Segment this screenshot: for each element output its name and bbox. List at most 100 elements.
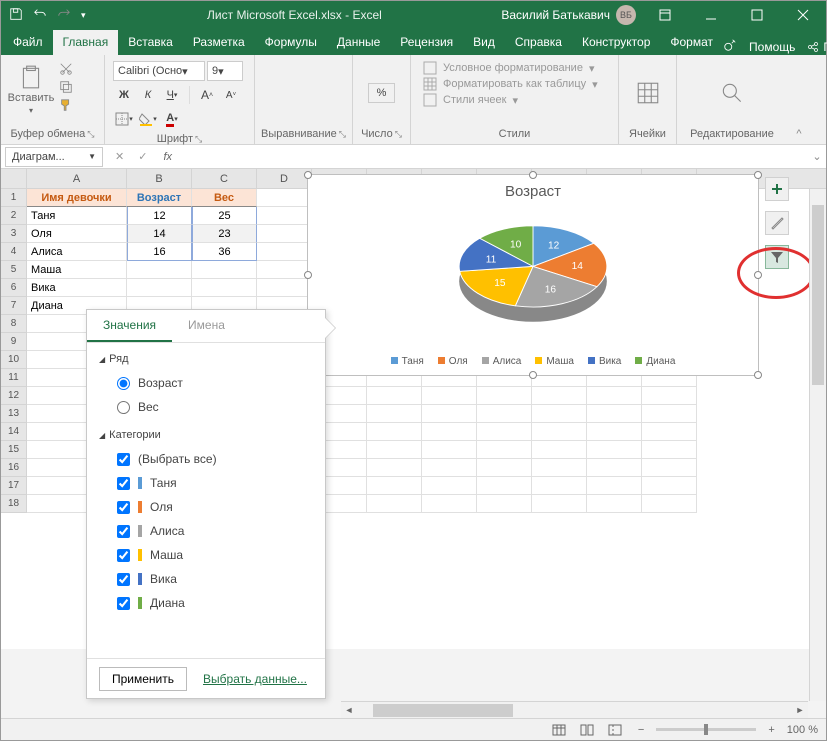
- table-cell[interactable]: [127, 261, 192, 279]
- row-header[interactable]: 1: [1, 189, 27, 207]
- cell[interactable]: [367, 459, 422, 477]
- zoom-in-button[interactable]: +: [762, 724, 780, 736]
- category-checkbox[interactable]: Алиса: [99, 519, 313, 543]
- format-painter-icon[interactable]: [57, 97, 75, 113]
- cell[interactable]: [477, 477, 532, 495]
- paste-button[interactable]: Вставить ▾: [7, 59, 55, 119]
- cell[interactable]: [257, 243, 312, 261]
- normal-view-icon[interactable]: [548, 721, 570, 739]
- cell-styles-button[interactable]: Стили ячеек ▾: [423, 93, 518, 107]
- cell[interactable]: [422, 387, 477, 405]
- cell[interactable]: [642, 387, 697, 405]
- row-header[interactable]: 7: [1, 297, 27, 315]
- select-all-checkbox[interactable]: (Выбрать все): [99, 447, 313, 471]
- cell[interactable]: [257, 189, 312, 207]
- cell[interactable]: [367, 405, 422, 423]
- legend-item[interactable]: Диана: [635, 356, 675, 367]
- shrink-font-icon[interactable]: A˅: [220, 85, 242, 105]
- cell[interactable]: [477, 441, 532, 459]
- dialog-launcher-icon[interactable]: ⤡: [195, 134, 202, 145]
- legend-item[interactable]: Вика: [588, 356, 621, 367]
- table-cell[interactable]: 14: [127, 225, 192, 243]
- grow-font-icon[interactable]: A˄: [196, 85, 218, 105]
- row-header[interactable]: 4: [1, 243, 27, 261]
- table-cell[interactable]: Вика: [27, 279, 127, 297]
- qat-dropdown-icon[interactable]: ▾: [81, 10, 86, 21]
- cell[interactable]: [422, 405, 477, 423]
- fx-icon[interactable]: fx: [155, 151, 172, 163]
- zoom-slider[interactable]: [656, 728, 756, 731]
- cell[interactable]: [587, 405, 642, 423]
- table-cell[interactable]: Оля: [27, 225, 127, 243]
- table-cell[interactable]: [192, 261, 257, 279]
- horizontal-scrollbar[interactable]: ◄►: [341, 701, 808, 718]
- cell[interactable]: [477, 423, 532, 441]
- tab-Вставка[interactable]: Вставка: [118, 30, 183, 55]
- col-header[interactable]: A: [27, 169, 127, 188]
- conditional-formatting-button[interactable]: Условное форматирование ▾: [423, 61, 594, 75]
- name-box[interactable]: Диаграм...▼: [5, 147, 103, 167]
- tab-Конструктор[interactable]: Конструктор: [572, 30, 660, 55]
- table-cell[interactable]: [127, 279, 192, 297]
- collapse-ribbon-icon[interactable]: ^: [787, 55, 811, 144]
- font-family-combo[interactable]: Calibri (Осно▾: [113, 61, 205, 81]
- format-as-table-button[interactable]: Форматировать как таблицу ▾: [423, 77, 598, 91]
- select-all-corner[interactable]: [1, 169, 27, 188]
- table-cell[interactable]: 25: [192, 207, 257, 225]
- row-header[interactable]: 18: [1, 495, 27, 513]
- legend-item[interactable]: Алиса: [482, 356, 522, 367]
- legend-item[interactable]: Оля: [438, 356, 468, 367]
- pie-chart[interactable]: 121416151110: [438, 211, 628, 331]
- series-radio[interactable]: Возраст: [99, 371, 313, 395]
- cell[interactable]: [477, 495, 532, 513]
- tab-Формулы[interactable]: Формулы: [255, 30, 327, 55]
- row-header[interactable]: 12: [1, 387, 27, 405]
- editing-button[interactable]: [708, 63, 756, 123]
- cell[interactable]: [532, 423, 587, 441]
- cell[interactable]: [367, 423, 422, 441]
- chart-object[interactable]: Возраст 121416151110 ТаняОляАлисаМашаВик…: [307, 174, 759, 376]
- cut-icon[interactable]: [57, 61, 75, 77]
- cell[interactable]: [367, 495, 422, 513]
- ribbon-options-icon[interactable]: [642, 1, 688, 29]
- cell[interactable]: [477, 387, 532, 405]
- table-cell[interactable]: 12: [127, 207, 192, 225]
- close-icon[interactable]: [780, 1, 826, 29]
- copy-icon[interactable]: [57, 79, 75, 95]
- borders-icon[interactable]: ▾: [113, 109, 135, 129]
- cell[interactable]: [532, 441, 587, 459]
- row-header[interactable]: 9: [1, 333, 27, 351]
- chart-legend[interactable]: ТаняОляАлисаМашаВикаДиана: [308, 356, 758, 367]
- category-checkbox[interactable]: Вика: [99, 567, 313, 591]
- chart-styles-icon[interactable]: [765, 211, 789, 235]
- zoom-out-button[interactable]: −: [632, 724, 650, 736]
- tab-Рецензия[interactable]: Рецензия: [390, 30, 463, 55]
- cell[interactable]: [532, 387, 587, 405]
- cell[interactable]: [587, 495, 642, 513]
- table-cell[interactable]: Маша: [27, 261, 127, 279]
- row-header[interactable]: 10: [1, 351, 27, 369]
- category-checkbox[interactable]: Таня: [99, 471, 313, 495]
- row-header[interactable]: 17: [1, 477, 27, 495]
- cell[interactable]: [587, 459, 642, 477]
- dialog-launcher-icon[interactable]: ⤡: [339, 129, 346, 140]
- row-header[interactable]: 5: [1, 261, 27, 279]
- cell[interactable]: [257, 207, 312, 225]
- row-header[interactable]: 14: [1, 423, 27, 441]
- chart-elements-icon[interactable]: [765, 177, 789, 201]
- cell[interactable]: [532, 495, 587, 513]
- legend-item[interactable]: Маша: [535, 356, 574, 367]
- cell[interactable]: [587, 387, 642, 405]
- font-color-icon[interactable]: A▾: [161, 109, 183, 129]
- help-link[interactable]: Помощь: [749, 40, 795, 54]
- cell[interactable]: [477, 405, 532, 423]
- tab-Формат[interactable]: Формат: [660, 30, 723, 55]
- tab-Данные[interactable]: Данные: [327, 30, 390, 55]
- series-radio[interactable]: Вес: [99, 395, 313, 419]
- font-size-combo[interactable]: 9 ▾: [207, 61, 243, 81]
- tab-Файл[interactable]: Файл: [3, 30, 53, 55]
- row-header[interactable]: 6: [1, 279, 27, 297]
- cell[interactable]: [367, 387, 422, 405]
- cell[interactable]: [532, 459, 587, 477]
- dialog-launcher-icon[interactable]: ⤡: [395, 129, 402, 140]
